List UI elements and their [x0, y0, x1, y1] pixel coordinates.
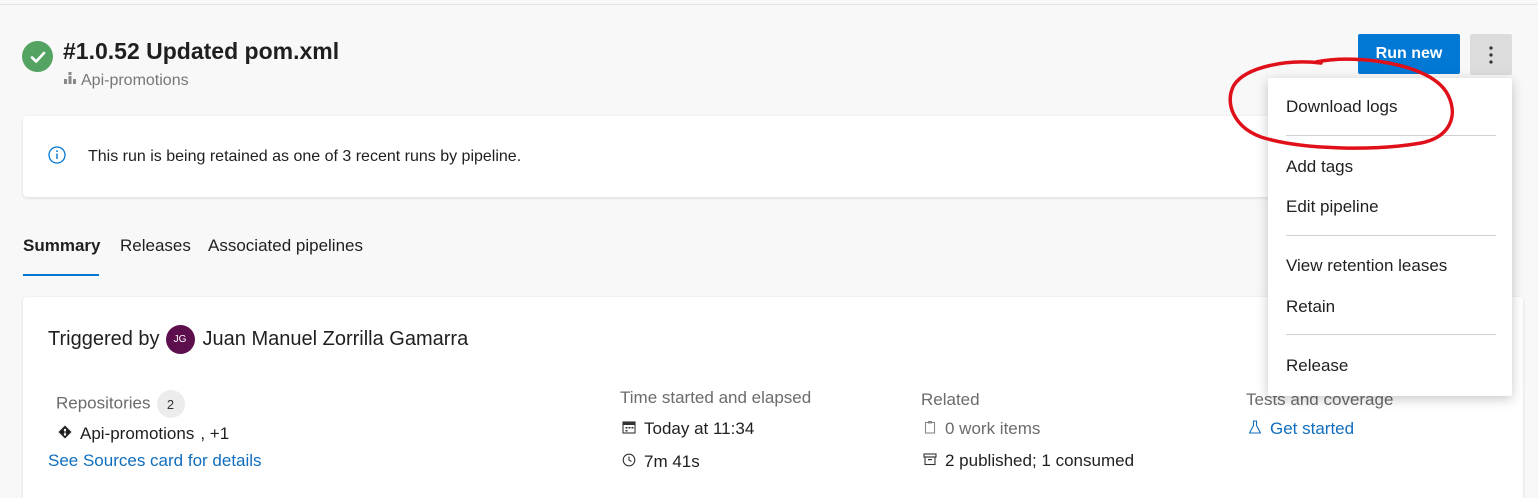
top-divider — [0, 4, 1538, 5]
tests-get-started-link[interactable]: Get started — [1246, 419, 1354, 439]
menu-item-add-tags[interactable]: Add tags — [1286, 157, 1353, 177]
artifacts-row[interactable]: 2 published; 1 consumed — [921, 451, 1134, 471]
triggered-by-label: Triggered by — [48, 328, 160, 350]
flask-icon — [1246, 420, 1264, 438]
menu-divider — [1286, 235, 1496, 236]
repositories-label: Repositories — [56, 393, 151, 413]
retention-banner-text: This run is being retained as one of 3 r… — [88, 148, 522, 165]
page-title: #1.0.52 Updated pom.xml — [63, 38, 340, 64]
repository-more-count: , +1 — [200, 424, 230, 443]
run-new-button[interactable]: Run new — [1358, 34, 1460, 74]
see-sources-link[interactable]: See Sources card for details — [48, 451, 262, 471]
artifact-icon — [921, 452, 939, 470]
pipeline-name[interactable]: Api-promotions — [63, 71, 189, 90]
active-tab-indicator — [23, 274, 99, 276]
tab-summary[interactable]: Summary — [23, 236, 100, 256]
info-icon — [48, 146, 66, 169]
menu-item-retain[interactable]: Retain — [1286, 297, 1335, 317]
menu-divider — [1286, 135, 1496, 136]
time-label: Time started and elapsed — [620, 388, 812, 407]
time-elapsed-value: 7m 41s — [644, 452, 700, 471]
menu-item-release[interactable]: Release — [1286, 356, 1348, 376]
avatar: JG — [165, 325, 195, 354]
work-item-icon — [921, 420, 939, 438]
repositories-label-row: Repositories 2 — [56, 390, 185, 418]
tab-associated-pipelines[interactable]: Associated pipelines — [208, 236, 363, 256]
work-items-value: 0 work items — [945, 419, 1041, 438]
clock-icon — [620, 453, 638, 471]
menu-divider — [1286, 334, 1496, 335]
pipeline-name-label: Api-promotions — [81, 71, 189, 89]
tests-get-started-text: Get started — [1270, 419, 1355, 438]
related-label: Related — [921, 390, 980, 409]
repositories-count-badge: 2 — [156, 390, 185, 418]
triggered-by: Triggered by JG Juan Manuel Zorrilla Gam… — [48, 325, 468, 354]
time-started-row: Today at 11:34 — [620, 419, 754, 439]
tab-releases[interactable]: Releases — [120, 236, 191, 256]
vertical-ellipsis-icon — [1489, 45, 1493, 64]
repository-name[interactable]: Api-promotions — [80, 424, 194, 444]
success-check-icon — [22, 41, 53, 72]
repository-row: Api-promotions , +1 — [56, 424, 229, 444]
more-actions-button[interactable] — [1470, 34, 1512, 75]
time-elapsed-row: 7m 41s — [620, 452, 700, 472]
git-repo-icon — [56, 425, 74, 443]
more-actions-menu: Download logs Add tags Edit pipeline Vie… — [1268, 78, 1512, 396]
work-items-row[interactable]: 0 work items — [921, 419, 1040, 439]
artifacts-value: 2 published; 1 consumed — [945, 451, 1135, 470]
triggered-user-name[interactable]: Juan Manuel Zorrilla Gamarra — [203, 328, 469, 351]
time-started-value: Today at 11:34 — [644, 419, 755, 438]
pipeline-icon — [63, 71, 77, 90]
menu-item-view-retention-leases[interactable]: View retention leases — [1286, 256, 1447, 276]
retention-banner: This run is being retained as one of 3 r… — [23, 116, 1293, 197]
calendar-icon — [620, 420, 638, 438]
menu-item-download-logs[interactable]: Download logs — [1286, 97, 1398, 117]
menu-item-edit-pipeline[interactable]: Edit pipeline — [1286, 197, 1379, 217]
